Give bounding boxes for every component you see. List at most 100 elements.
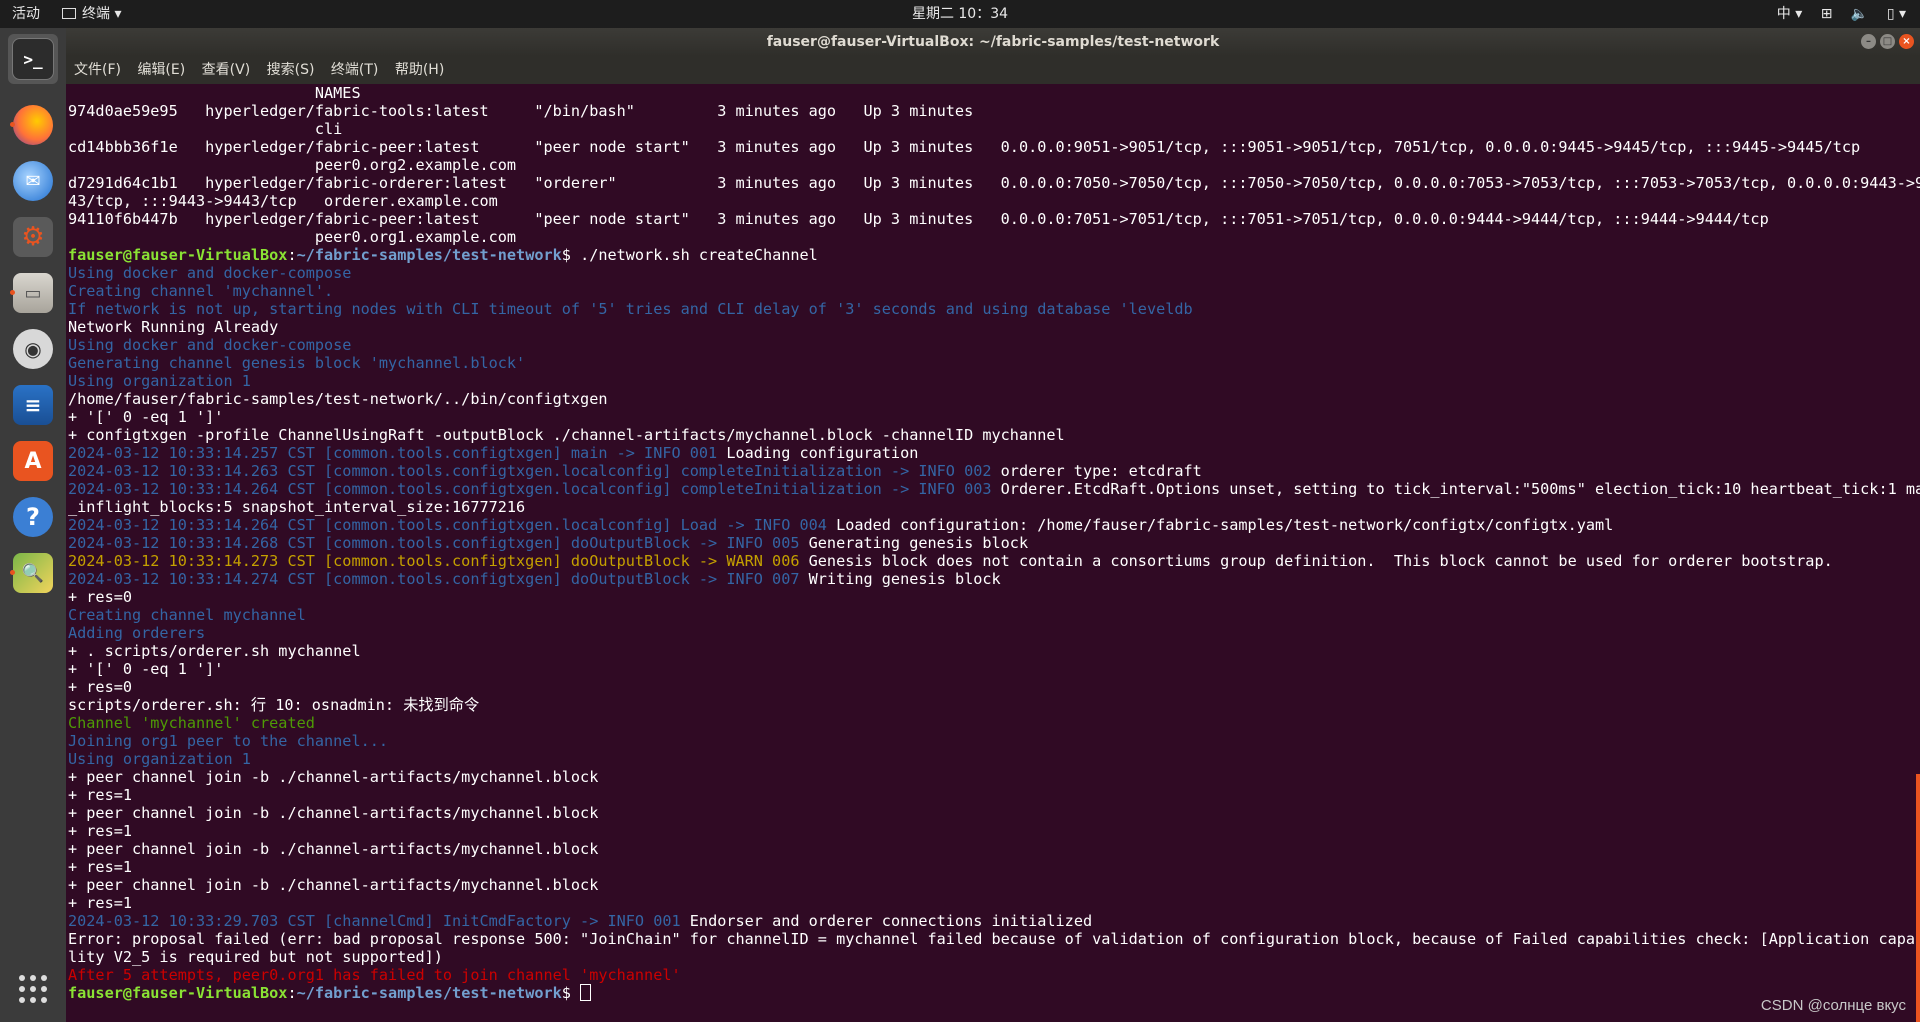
terminal-line: d7291d64c1b1 hyperledger/fabric-orderer:… — [68, 174, 1920, 192]
close-button[interactable]: × — [1899, 34, 1914, 49]
terminal-line: Network Running Already — [68, 318, 1920, 336]
terminal-line: Using docker and docker-compose — [68, 336, 1920, 354]
battery-icon[interactable]: ▯ ▾ — [1887, 6, 1906, 22]
terminal-line: + res=0 — [68, 588, 1920, 606]
menu-edit[interactable]: 编辑(E) — [137, 62, 185, 78]
dock-rhythmbox[interactable]: ◉ — [8, 324, 58, 374]
menu-terminal[interactable]: 终端(T) — [331, 62, 378, 78]
terminal-text: + . scripts/orderer.sh mychannel — [68, 642, 361, 660]
terminal-line: 2024-03-12 10:33:14.274 CST [common.tool… — [68, 570, 1920, 588]
terminal-line: + '[' 0 -eq 1 ']' — [68, 408, 1920, 426]
terminal-line: + . scripts/orderer.sh mychannel — [68, 642, 1920, 660]
menu-file[interactable]: 文件(F) — [74, 62, 121, 78]
menu-help[interactable]: 帮助(H) — [395, 62, 444, 78]
terminal-text: + peer channel join -b ./channel-artifac… — [68, 876, 599, 894]
terminal-line: Error: proposal failed (err: bad proposa… — [68, 930, 1920, 948]
terminal-text: Using docker and docker-compose — [68, 336, 352, 354]
terminal-text: + '[' 0 -eq 1 ']' — [68, 660, 224, 678]
terminal-text: Orderer.EtcdRaft.Options unset, setting … — [1000, 480, 1920, 498]
terminal-text: 2024-03-12 10:33:14.257 CST [common.tool… — [68, 444, 727, 462]
mail-icon: ✉ — [13, 161, 53, 201]
terminal-text: + '[' 0 -eq 1 ']' — [68, 408, 224, 426]
terminal-text: Generating channel genesis block 'mychan… — [68, 354, 526, 372]
volume-icon[interactable]: 🔈 — [1851, 6, 1868, 22]
terminal-text: peer0.org2.example.com — [68, 156, 517, 174]
terminal-text: + res=1 — [68, 786, 133, 804]
network-icon[interactable]: ⊞ — [1821, 6, 1833, 22]
dock-files[interactable]: ▭ — [8, 268, 58, 318]
terminal-text: + peer channel join -b ./channel-artifac… — [68, 804, 599, 822]
terminal-text: 2024-03-12 10:33:14.274 CST [common.tool… — [68, 570, 809, 588]
terminal-text: 2024-03-12 10:33:14.273 CST [common.tool… — [68, 552, 809, 570]
terminal-output[interactable]: NAMES 974d0ae59e95 hyperledger/fabric-too… — [66, 84, 1920, 1022]
terminal-line: If network is not up, starting nodes wit… — [68, 300, 1920, 318]
terminal-text: lity V2_5 is required but not supported]… — [68, 948, 443, 966]
terminal-line: /home/fauser/fabric-samples/test-network… — [68, 390, 1920, 408]
terminal-text: orderer type: etcdraft — [1000, 462, 1202, 480]
terminal-line: peer0.org2.example.com — [68, 156, 1920, 174]
dock-settings[interactable]: ⚙ — [8, 212, 58, 262]
terminal-text: Writing genesis block — [808, 570, 1001, 588]
terminal-text: Genesis block does not contain a consort… — [808, 552, 1833, 570]
terminal-text: cd14bbb36f1e hyperledger/fabric-peer:lat… — [68, 138, 1861, 156]
terminal-line: 94110f6b447b hyperledger/fabric-peer:lat… — [68, 210, 1920, 228]
terminal-text: + peer channel join -b ./channel-artifac… — [68, 840, 599, 858]
terminal-line: + res=1 — [68, 786, 1920, 804]
terminal-line: 2024-03-12 10:33:14.263 CST [common.tool… — [68, 462, 1920, 480]
document-icon: ≡ — [13, 385, 53, 425]
input-method-indicator[interactable]: 中 ▾ — [1763, 6, 1802, 22]
menu-search[interactable]: 搜索(S) — [267, 62, 315, 78]
terminal-text: /home/fauser/fabric-samples/test-network… — [68, 390, 608, 408]
terminal-text: : — [287, 984, 297, 1002]
terminal-text: ~/fabric-samples/test-network — [296, 246, 562, 264]
terminal-line: + peer channel join -b ./channel-artifac… — [68, 768, 1920, 786]
terminal-line: Adding orderers — [68, 624, 1920, 642]
dock-firefox[interactable] — [8, 100, 58, 150]
dock-thunderbird[interactable]: ✉ — [8, 156, 58, 206]
terminal-line: + peer channel join -b ./channel-artifac… — [68, 804, 1920, 822]
terminal-text: 2024-03-12 10:33:14.263 CST [common.tool… — [68, 462, 1001, 480]
terminal-line: Using docker and docker-compose — [68, 264, 1920, 282]
files-icon: ▭ — [13, 273, 53, 313]
terminal-line: Joining org1 peer to the channel... — [68, 732, 1920, 750]
activities-button[interactable]: 活动 — [12, 0, 40, 28]
terminal-line: _inflight_blocks:5 snapshot_interval_siz… — [68, 498, 1920, 516]
minimize-button[interactable]: – — [1861, 34, 1876, 49]
terminal-line: After 5 attempts, peer0.org1 has failed … — [68, 966, 1920, 984]
clock[interactable]: 星期二 10：34 — [912, 6, 1008, 22]
terminal-text: NAMES — [68, 84, 361, 102]
terminal-line: + res=0 — [68, 678, 1920, 696]
terminal-line: 43/tcp, :::9443->9443/tcp orderer.exampl… — [68, 192, 1920, 210]
system-tray[interactable]: 中 ▾ ⊞ 🔈 ▯ ▾ — [1749, 0, 1906, 28]
terminal-line: Using organization 1 — [68, 750, 1920, 768]
menu-view[interactable]: 查看(V) — [202, 62, 251, 78]
show-applications-button[interactable] — [8, 964, 58, 1014]
dock-image-viewer[interactable]: 🔍 — [8, 548, 58, 598]
terminal-text: $ — [561, 984, 581, 1002]
maximize-button[interactable]: □ — [1880, 34, 1895, 49]
firefox-icon — [13, 105, 53, 145]
dock: >_ ✉ ⚙ ▭ ◉ ≡ A ? 🔍 — [0, 28, 66, 1022]
dock-writer[interactable]: ≡ — [8, 380, 58, 430]
terminal-text: 43/tcp, :::9443->9443/tcp orderer.exampl… — [68, 192, 498, 210]
terminal-text: Using organization 1 — [68, 372, 251, 390]
terminal-text: 2024-03-12 10:33:14.264 CST [common.tool… — [68, 516, 837, 534]
terminal-line: 2024-03-12 10:33:14.273 CST [common.tool… — [68, 552, 1920, 570]
terminal-text: Endorser and orderer connections initial… — [689, 912, 1093, 930]
terminal-text: Loading configuration — [726, 444, 919, 462]
terminal-line: + configtxgen -profile ChannelUsingRaft … — [68, 426, 1920, 444]
dock-help[interactable]: ? — [8, 492, 58, 542]
dock-software[interactable]: A — [8, 436, 58, 486]
dock-terminal[interactable]: >_ — [8, 34, 58, 84]
terminal-text: + res=1 — [68, 894, 133, 912]
terminal-line: peer0.org1.example.com — [68, 228, 1920, 246]
terminal-text: 2024-03-12 10:33:14.268 CST [common.tool… — [68, 534, 809, 552]
scrollbar[interactable] — [1916, 774, 1920, 1022]
help-icon: ? — [13, 497, 53, 537]
terminal-line: + res=1 — [68, 858, 1920, 876]
window-titlebar[interactable]: fauser@fauser-VirtualBox: ~/fabric-sampl… — [66, 28, 1920, 56]
terminal-line: + peer channel join -b ./channel-artifac… — [68, 840, 1920, 858]
app-menu-button[interactable]: 终端 ▾ — [62, 0, 121, 28]
input-method-label: 中 — [1776, 6, 1791, 22]
app-menu-label: 终端 — [82, 6, 110, 22]
